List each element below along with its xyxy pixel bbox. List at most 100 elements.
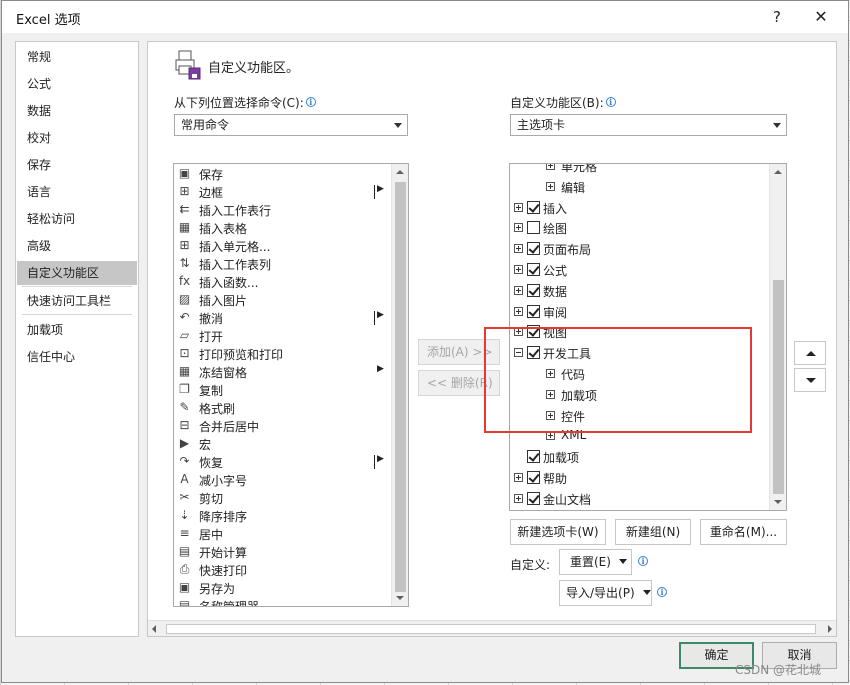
ribbon-tree-item[interactable]: 帮助: [510, 468, 768, 488]
expand-icon[interactable]: [514, 307, 523, 316]
close-button[interactable]: ✕: [801, 5, 841, 29]
nav-item[interactable]: 加载项: [17, 318, 137, 342]
nav-item[interactable]: 轻松访问: [17, 207, 137, 231]
expand-icon[interactable]: [514, 203, 523, 212]
command-list-scrollbar[interactable]: [391, 164, 408, 606]
expand-icon[interactable]: [546, 411, 555, 420]
ribbon-tree-item[interactable]: 单元格: [510, 164, 768, 176]
nav-item[interactable]: 校对: [17, 126, 137, 150]
expand-icon[interactable]: [514, 223, 523, 232]
ribbon-tree-item[interactable]: XML: [510, 426, 768, 446]
ribbon-tree-item[interactable]: 视图: [510, 322, 768, 342]
move-down-button[interactable]: [794, 368, 826, 392]
help-button[interactable]: ?: [757, 5, 797, 29]
ribbon-tree-item[interactable]: 加载项: [510, 447, 768, 467]
tab-checkbox[interactable]: [527, 450, 540, 463]
horizontal-scrollbar[interactable]: [148, 620, 836, 636]
tab-checkbox[interactable]: [527, 242, 540, 255]
nav-item[interactable]: 数据: [17, 99, 137, 123]
nav-item[interactable]: 快速访问工具栏: [17, 289, 137, 313]
add-button[interactable]: 添加(A) >>: [418, 339, 500, 365]
expand-icon[interactable]: [546, 369, 555, 378]
command-list-item[interactable]: ≡ 居中: [174, 525, 388, 543]
ribbon-tree-item[interactable]: 数据: [510, 281, 768, 301]
scroll-thumb[interactable]: [773, 280, 784, 494]
tab-checkbox[interactable]: [527, 221, 540, 234]
nav-item[interactable]: 高级: [17, 234, 137, 258]
ribbon-tree-item[interactable]: 控件: [510, 406, 768, 426]
tab-checkbox[interactable]: [527, 492, 540, 505]
ribbon-tree-item[interactable]: 加载项: [510, 385, 768, 405]
remove-button[interactable]: << 删除(R): [418, 370, 500, 396]
scroll-thumb[interactable]: [395, 182, 406, 592]
ribbon-tree-item[interactable]: 插入: [510, 198, 768, 218]
command-list-item[interactable]: ⊟ 合并后居中: [174, 417, 388, 435]
collapse-icon[interactable]: [514, 348, 523, 357]
ribbon-tree-item[interactable]: 开发工具: [510, 343, 768, 363]
ribbon-tabs-tree[interactable]: 单元格 编辑 插入 绘图 页面布局 公式 数据 审阅 视图 开发工具 代码 加载项 控件 XML 加载项 帮助…: [509, 163, 787, 511]
command-list-item[interactable]: ↶ 撤消 ▶: [174, 309, 388, 327]
expand-icon[interactable]: [514, 494, 523, 503]
command-list-item[interactable]: ▶ 宏: [174, 435, 388, 453]
expand-icon[interactable]: [546, 431, 555, 440]
tab-checkbox[interactable]: [527, 305, 540, 318]
tab-checkbox[interactable]: [527, 263, 540, 276]
nav-item[interactable]: 公式: [17, 72, 137, 96]
nav-item[interactable]: 常规: [17, 45, 137, 69]
ribbon-tree-item[interactable]: 绘图: [510, 218, 768, 238]
nav-item[interactable]: 语言: [17, 180, 137, 204]
command-list-item[interactable]: fx 插入函数...: [174, 273, 388, 291]
tab-checkbox[interactable]: [527, 471, 540, 484]
expand-icon[interactable]: [514, 286, 523, 295]
expand-icon[interactable]: [514, 265, 523, 274]
command-list-item[interactable]: ▤ 开始计算: [174, 543, 388, 561]
move-up-button[interactable]: [794, 341, 826, 365]
nav-item[interactable]: 信任中心: [17, 345, 137, 369]
tab-checkbox[interactable]: [527, 346, 540, 359]
tab-checkbox[interactable]: [527, 284, 540, 297]
scroll-up-button[interactable]: [770, 164, 786, 180]
ribbon-tree-scrollbar[interactable]: [769, 164, 786, 510]
rename-button[interactable]: 重命名(M)...: [700, 519, 787, 545]
command-list-item[interactable]: ↷ 恢复 ▶: [174, 453, 388, 471]
scroll-up-button[interactable]: [392, 164, 408, 180]
command-list-item[interactable]: ⊞ 插入单元格...: [174, 237, 388, 255]
scroll-left-icon[interactable]: [152, 625, 156, 633]
command-list-item[interactable]: ▱ 打开: [174, 327, 388, 345]
command-list[interactable]: ▣ 保存 ⊞ 边框 ▶ ⇇ 插入工作表行 ▦ 插入表格 ⊞ 插入单元格... ⇅ 插入工作表列 fx 插入函…: [173, 163, 409, 607]
command-list-item[interactable]: ⇇ 插入工作表行: [174, 201, 388, 219]
scroll-thumb[interactable]: [166, 624, 816, 634]
new-group-button[interactable]: 新建组(N): [615, 519, 691, 545]
command-list-item[interactable]: ✂ 剪切: [174, 489, 388, 507]
scroll-down-button[interactable]: [770, 494, 786, 510]
command-list-item[interactable]: ▤ 名称管理器: [174, 597, 388, 606]
expand-icon[interactable]: [514, 244, 523, 253]
nav-item[interactable]: 保存: [17, 153, 137, 177]
choose-commands-combo[interactable]: 常用命令: [174, 114, 408, 136]
command-list-item[interactable]: ⊞ 边框 ▶: [174, 183, 388, 201]
command-list-item[interactable]: ▨ 插入图片: [174, 291, 388, 309]
expand-icon[interactable]: [546, 182, 555, 191]
command-list-item[interactable]: ▦ 冻结窗格 ▶: [174, 363, 388, 381]
command-list-item[interactable]: ⇅ 插入工作表列: [174, 255, 388, 273]
ribbon-tree-item[interactable]: 公式: [510, 260, 768, 280]
command-list-item[interactable]: ▦ 插入表格: [174, 219, 388, 237]
command-list-item[interactable]: ▣ 另存为: [174, 579, 388, 597]
customize-ribbon-combo[interactable]: 主选项卡: [510, 114, 787, 136]
new-tab-button[interactable]: 新建选项卡(W): [510, 519, 606, 545]
tab-checkbox[interactable]: [527, 325, 540, 338]
command-list-item[interactable]: ✎ 格式刷: [174, 399, 388, 417]
command-list-item[interactable]: ❐ 复制: [174, 381, 388, 399]
command-list-item[interactable]: ⇣ 降序排序: [174, 507, 388, 525]
tab-checkbox[interactable]: [527, 201, 540, 214]
expand-icon[interactable]: [514, 327, 523, 336]
reset-dropdown[interactable]: 重置(E): [559, 549, 632, 575]
ribbon-tree-item[interactable]: 审阅: [510, 302, 768, 322]
expand-icon[interactable]: [546, 390, 555, 399]
ribbon-tree-item[interactable]: 页面布局: [510, 239, 768, 259]
expand-icon[interactable]: [514, 473, 523, 482]
ribbon-tree-item[interactable]: 团队: [510, 510, 768, 511]
ribbon-tree-item[interactable]: 代码: [510, 364, 768, 384]
ribbon-tree-item[interactable]: 金山文档: [510, 489, 768, 509]
scroll-right-icon[interactable]: [828, 625, 832, 633]
